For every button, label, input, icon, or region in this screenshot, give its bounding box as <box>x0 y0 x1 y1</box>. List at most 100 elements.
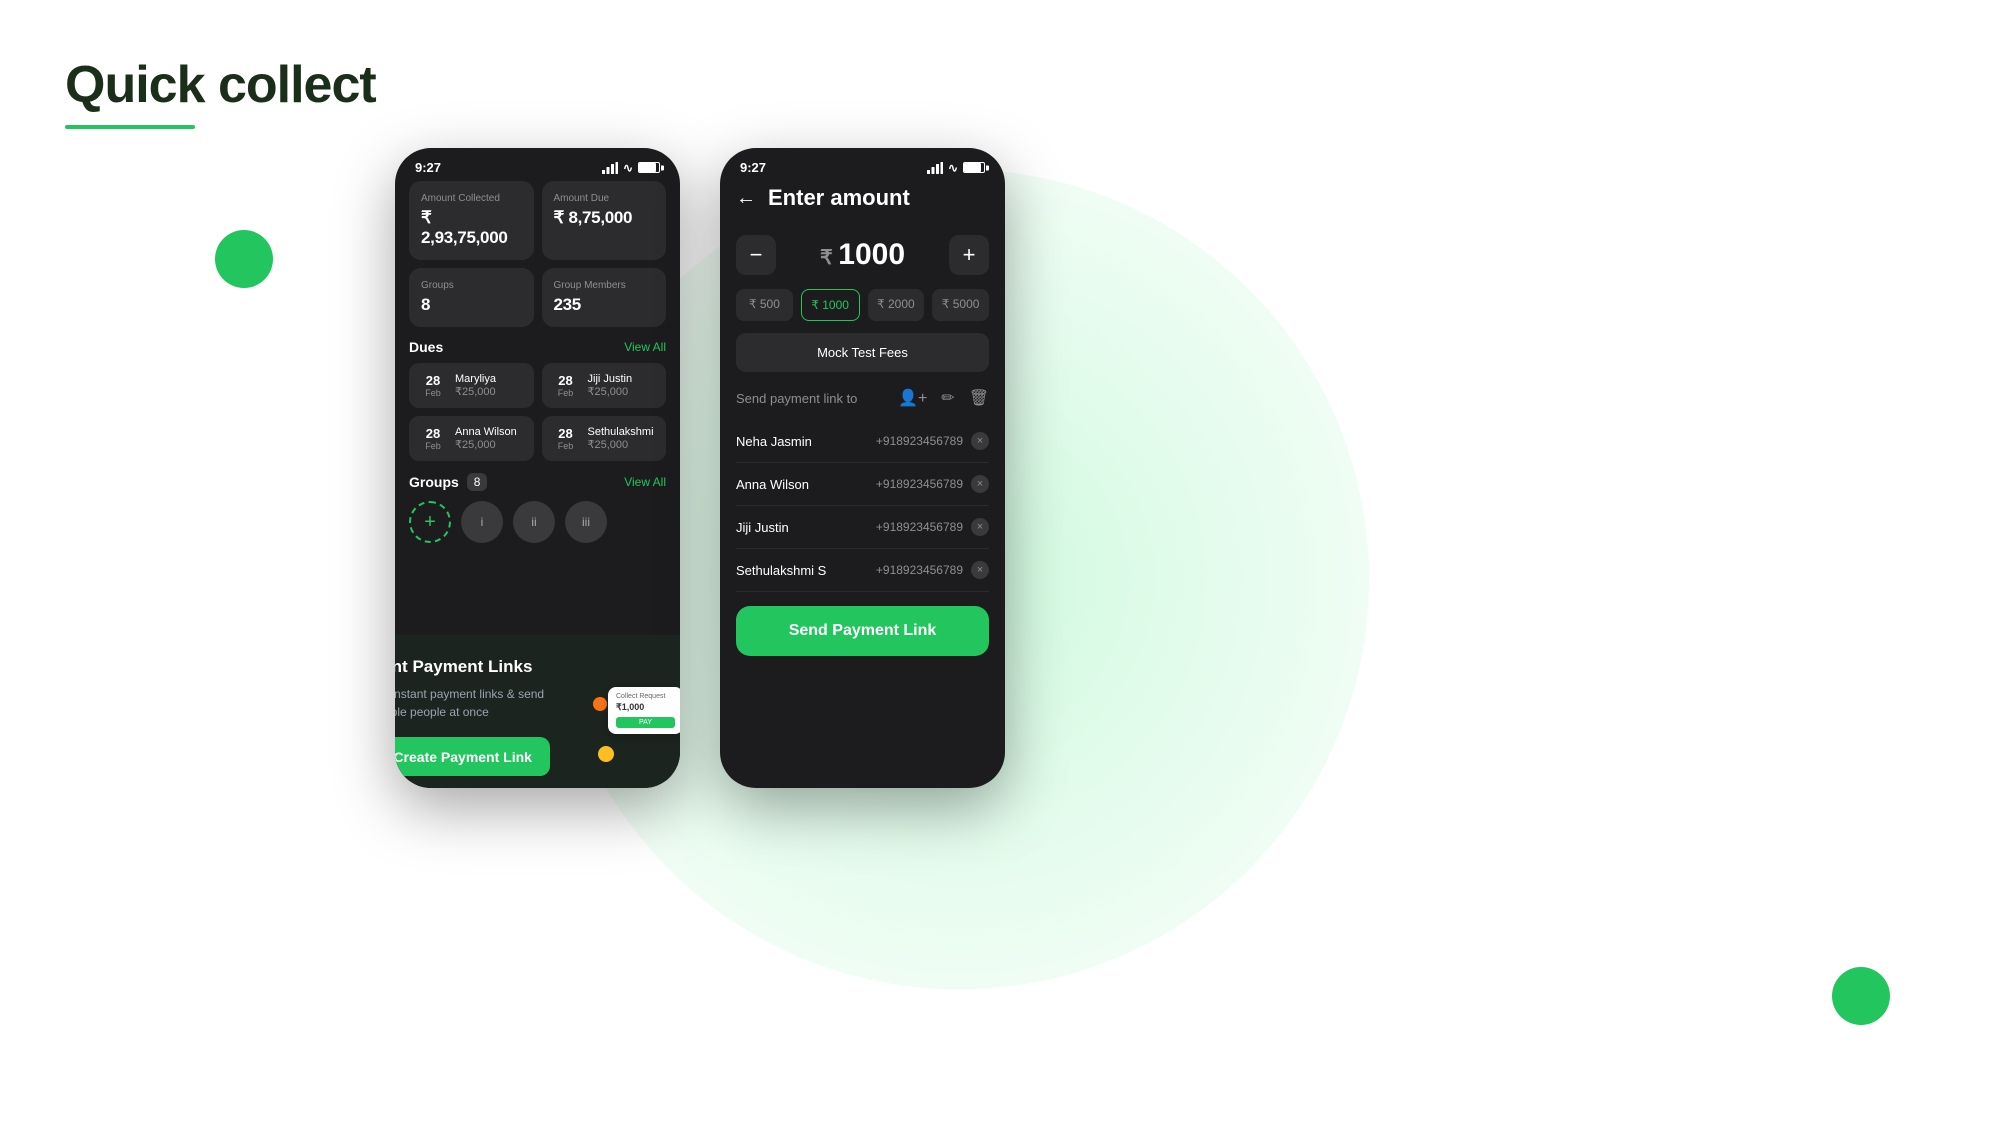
remove-contact-2[interactable]: × <box>971 518 989 536</box>
due-card-0: 28 Feb Maryliya ₹25,000 <box>409 363 534 408</box>
dues-title: Dues <box>409 339 443 355</box>
create-payment-link-button[interactable]: 🔗 Create Payment Link <box>395 737 550 776</box>
phone2-content: ← Enter amount − ₹ 1000 + ₹ 500 ₹ 1000 ₹… <box>720 181 1005 656</box>
currency-symbol: ₹ <box>820 247 838 269</box>
contact-phone-row-3: +918923456789 × <box>876 561 989 579</box>
decorative-dot-left <box>215 230 273 288</box>
amount-chip-5000[interactable]: ₹ 5000 <box>932 289 989 321</box>
edit-icon[interactable]: ✏ <box>941 388 954 408</box>
amount-display: ₹ 1000 <box>784 238 941 272</box>
quick-amounts: ₹ 500 ₹ 1000 ₹ 2000 ₹ 5000 <box>736 289 989 321</box>
groups-view-all[interactable]: View All <box>624 475 666 489</box>
due-amount-3: ₹25,000 <box>588 438 657 451</box>
contact-list: Neha Jasmin +918923456789 × Anna Wilson … <box>736 420 989 592</box>
battery-icon <box>638 162 660 173</box>
instant-payment-desc: Create instant payment links & send to m… <box>395 685 552 721</box>
amount-collected-value: ₹ 2,93,75,000 <box>421 208 522 248</box>
amount-value: 1000 <box>838 238 905 271</box>
date-month-2: Feb <box>419 441 447 451</box>
contact-phone-2: +918923456789 <box>876 520 963 534</box>
due-card-2: 28 Feb Anna Wilson ₹25,000 <box>409 416 534 461</box>
due-name-3: Sethulakshmi <box>588 426 657 438</box>
date-day-0: 28 <box>419 373 447 388</box>
remove-contact-3[interactable]: × <box>971 561 989 579</box>
amount-chip-500[interactable]: ₹ 500 <box>736 289 793 321</box>
groups-label: Groups <box>421 280 522 291</box>
due-name-1: Jiji Justin <box>588 373 657 385</box>
send-section-header: Send payment link to 👤+ ✏ 🗑 <box>736 388 989 408</box>
due-amount-1: ₹25,000 <box>588 385 657 398</box>
wifi-icon-2: ∿ <box>948 161 958 175</box>
orange-dot-1 <box>593 697 607 711</box>
add-contact-icon[interactable]: 👤+ <box>898 388 927 408</box>
group-icon-iii[interactable]: iii <box>565 501 607 543</box>
amount-chip-2000[interactable]: ₹ 2000 <box>868 289 925 321</box>
payment-illustration: ➤ Collect Request ₹1,000 PAY <box>598 667 680 767</box>
wifi-icon: ∿ <box>623 161 633 175</box>
phone-dashboard: 9:27 ∿ Amount Collected <box>395 148 680 788</box>
contact-row-2: Jiji Justin +918923456789 × <box>736 506 989 549</box>
stats-row: Amount Collected ₹ 2,93,75,000 Amount Du… <box>409 181 666 260</box>
date-badge-3: 28 Feb <box>552 426 580 451</box>
yellow-dot-2 <box>598 746 614 762</box>
remove-contact-0[interactable]: × <box>971 432 989 450</box>
due-info-3: Sethulakshmi ₹25,000 <box>588 426 657 451</box>
amount-due-card: Amount Due ₹ 8,75,000 <box>542 181 667 260</box>
phones-container: 9:27 ∿ Amount Collected <box>395 148 1005 788</box>
due-amount-0: ₹25,000 <box>455 385 524 398</box>
status-bar-phone2: 9:27 ∿ <box>720 148 1005 181</box>
contact-row-3: Sethulakshmi S +918923456789 × <box>736 549 989 592</box>
page-title: Quick collect <box>65 55 376 115</box>
contact-phone-1: +918923456789 <box>876 477 963 491</box>
date-month-1: Feb <box>552 388 580 398</box>
amount-due-label: Amount Due <box>554 193 655 204</box>
members-label: Group Members <box>554 280 655 291</box>
back-header: ← Enter amount <box>736 181 989 211</box>
phone-enter-amount: 9:27 ∿ ← Enter amount <box>720 148 1005 788</box>
due-name-0: Maryliya <box>455 373 524 385</box>
pay-btn-mini: PAY <box>616 717 675 728</box>
remove-contact-1[interactable]: × <box>971 475 989 493</box>
contact-name-1: Anna Wilson <box>736 477 809 492</box>
fee-label: Mock Test Fees <box>736 333 989 372</box>
add-group-icon[interactable]: + <box>409 501 451 543</box>
contact-phone-row-0: +918923456789 × <box>876 432 989 450</box>
instant-payment-card: Instant Payment Links Create instant pay… <box>395 635 680 788</box>
members-value: 235 <box>554 295 655 315</box>
back-arrow-icon[interactable]: ← <box>736 187 756 210</box>
amount-due-value: ₹ 8,75,000 <box>554 208 655 228</box>
send-payment-button[interactable]: Send Payment Link <box>736 606 989 656</box>
due-name-2: Anna Wilson <box>455 426 524 438</box>
due-card-3: 28 Feb Sethulakshmi ₹25,000 <box>542 416 667 461</box>
amount-chip-1000[interactable]: ₹ 1000 <box>801 289 860 321</box>
create-link-label: Create Payment Link <box>395 749 532 765</box>
date-badge-0: 28 Feb <box>419 373 447 398</box>
plus-button[interactable]: + <box>949 235 989 275</box>
members-card: Group Members 235 <box>542 268 667 327</box>
contact-row-1: Anna Wilson +918923456789 × <box>736 463 989 506</box>
group-icon-ii[interactable]: ii <box>513 501 555 543</box>
contact-name-2: Jiji Justin <box>736 520 789 535</box>
minus-button[interactable]: − <box>736 235 776 275</box>
groups-count-badge: 8 <box>467 473 488 491</box>
amount-collected-card: Amount Collected ₹ 2,93,75,000 <box>409 181 534 260</box>
status-time-phone1: 9:27 <box>415 160 441 175</box>
phone1-content: Amount Collected ₹ 2,93,75,000 Amount Du… <box>395 181 680 543</box>
groups-card: Groups 8 <box>409 268 534 327</box>
groups-icons-row: + i ii iii <box>409 501 666 543</box>
dues-view-all[interactable]: View All <box>624 340 666 354</box>
group-icon-i[interactable]: i <box>461 501 503 543</box>
decorative-dot-right <box>1832 967 1890 1025</box>
payment-card-mini: Collect Request ₹1,000 PAY <box>608 687 680 734</box>
contact-name-3: Sethulakshmi S <box>736 563 826 578</box>
page-title-section: Quick collect <box>65 55 376 129</box>
groups-section-header: Groups 8 View All <box>409 473 666 491</box>
due-card-1: 28 Feb Jiji Justin ₹25,000 <box>542 363 667 408</box>
contact-phone-row-1: +918923456789 × <box>876 475 989 493</box>
status-icons-phone2: ∿ <box>927 161 985 175</box>
due-info-2: Anna Wilson ₹25,000 <box>455 426 524 451</box>
delete-icon[interactable]: 🗑 <box>969 388 989 408</box>
date-day-1: 28 <box>552 373 580 388</box>
groups-value: 8 <box>421 295 522 315</box>
date-day-2: 28 <box>419 426 447 441</box>
